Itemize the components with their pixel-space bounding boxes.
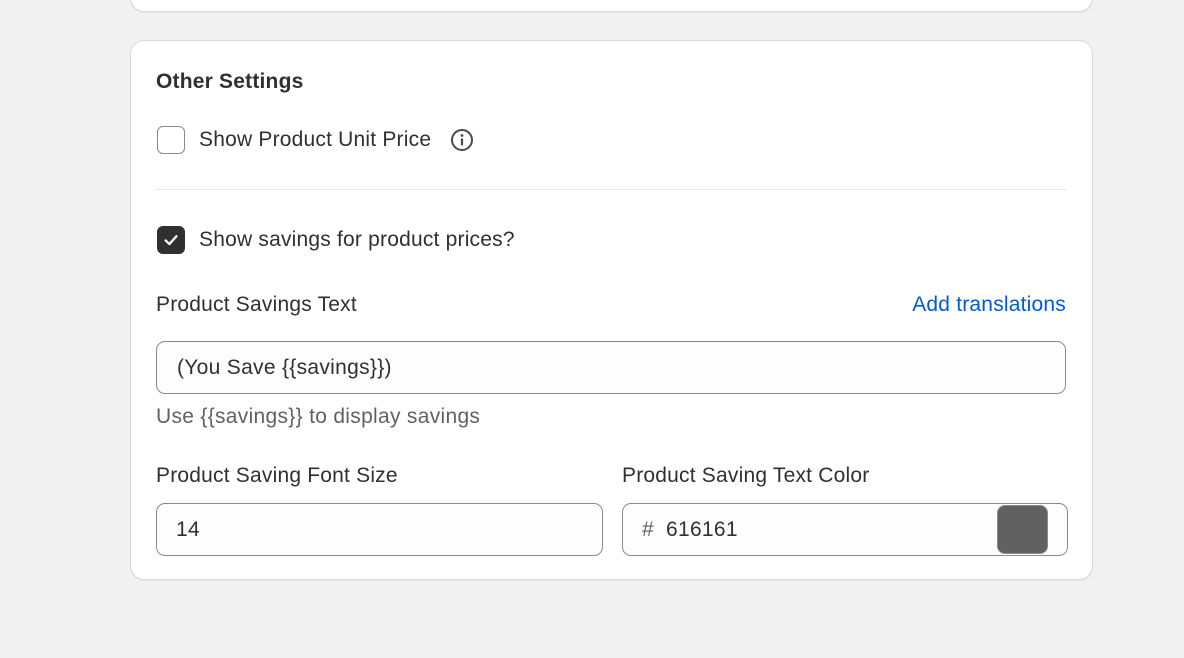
show-savings-row: Show savings for product prices? — [157, 226, 515, 254]
previous-card — [130, 0, 1093, 12]
text-color-input[interactable]: # 616161 — [622, 503, 1068, 556]
add-translations-link[interactable]: Add translations — [912, 293, 1066, 317]
savings-text-value: (You Save {{savings}}) — [177, 355, 392, 379]
divider — [156, 189, 1067, 190]
font-size-input[interactable]: 14 — [156, 503, 603, 556]
show-savings-checkbox[interactable] — [157, 226, 185, 254]
info-icon[interactable] — [449, 127, 475, 153]
show-savings-label[interactable]: Show savings for product prices? — [199, 228, 515, 252]
unit-price-row: Show Product Unit Price — [157, 126, 475, 154]
color-swatch[interactable] — [997, 505, 1048, 554]
font-size-label: Product Saving Font Size — [156, 464, 398, 487]
savings-help-text: Use {{savings}} to display savings — [156, 405, 481, 428]
text-color-value: 616161 — [665, 517, 738, 541]
savings-text-label: Product Savings Text — [156, 293, 357, 316]
text-color-label: Product Saving Text Color — [622, 464, 870, 487]
font-size-value: 14 — [176, 517, 200, 541]
unit-price-checkbox[interactable] — [157, 126, 185, 154]
other-settings-card: Other Settings Show Product Unit Price S… — [130, 40, 1093, 580]
unit-price-label[interactable]: Show Product Unit Price — [199, 128, 431, 152]
savings-text-input[interactable]: (You Save {{savings}}) — [156, 341, 1066, 394]
section-title: Other Settings — [156, 70, 304, 93]
hash-prefix: # — [642, 517, 654, 541]
checkmark-icon — [164, 235, 178, 246]
settings-page: Other Settings Show Product Unit Price S… — [0, 0, 1184, 658]
